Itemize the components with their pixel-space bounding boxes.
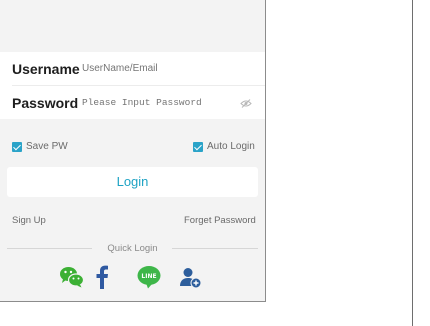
forget-password-link[interactable]: Forget Password: [184, 215, 256, 226]
username-label: Username: [12, 61, 80, 77]
password-input[interactable]: [82, 97, 232, 108]
auto-login-checkbox[interactable]: Auto Login: [193, 141, 255, 152]
checkbox-checked-icon: [12, 141, 22, 152]
save-pw-checkbox[interactable]: Save PW: [12, 141, 68, 152]
auto-login-label: Auto Login: [207, 141, 255, 152]
svg-text:LINE: LINE: [141, 273, 156, 280]
sign-up-link[interactable]: Sign Up: [12, 215, 46, 226]
quick-login-divider-right: [172, 248, 258, 249]
line-icon[interactable]: LINE: [137, 266, 161, 289]
save-pw-label: Save PW: [26, 141, 68, 152]
login-button[interactable]: Login: [7, 167, 258, 197]
password-row: Password: [0, 86, 265, 119]
checkbox-checked-icon: [193, 141, 203, 152]
add-user-icon[interactable]: [180, 267, 202, 289]
login-panel: Username Password Save PW Auto Login Log…: [0, 0, 266, 302]
eye-off-icon[interactable]: [240, 99, 252, 108]
username-input[interactable]: [82, 63, 232, 74]
facebook-icon[interactable]: [95, 265, 109, 289]
credentials-card: Username Password: [0, 52, 265, 119]
password-label: Password: [12, 95, 79, 111]
username-row: Username: [0, 52, 265, 85]
window-border-line: [412, 0, 413, 326]
wechat-icon[interactable]: [59, 266, 85, 288]
